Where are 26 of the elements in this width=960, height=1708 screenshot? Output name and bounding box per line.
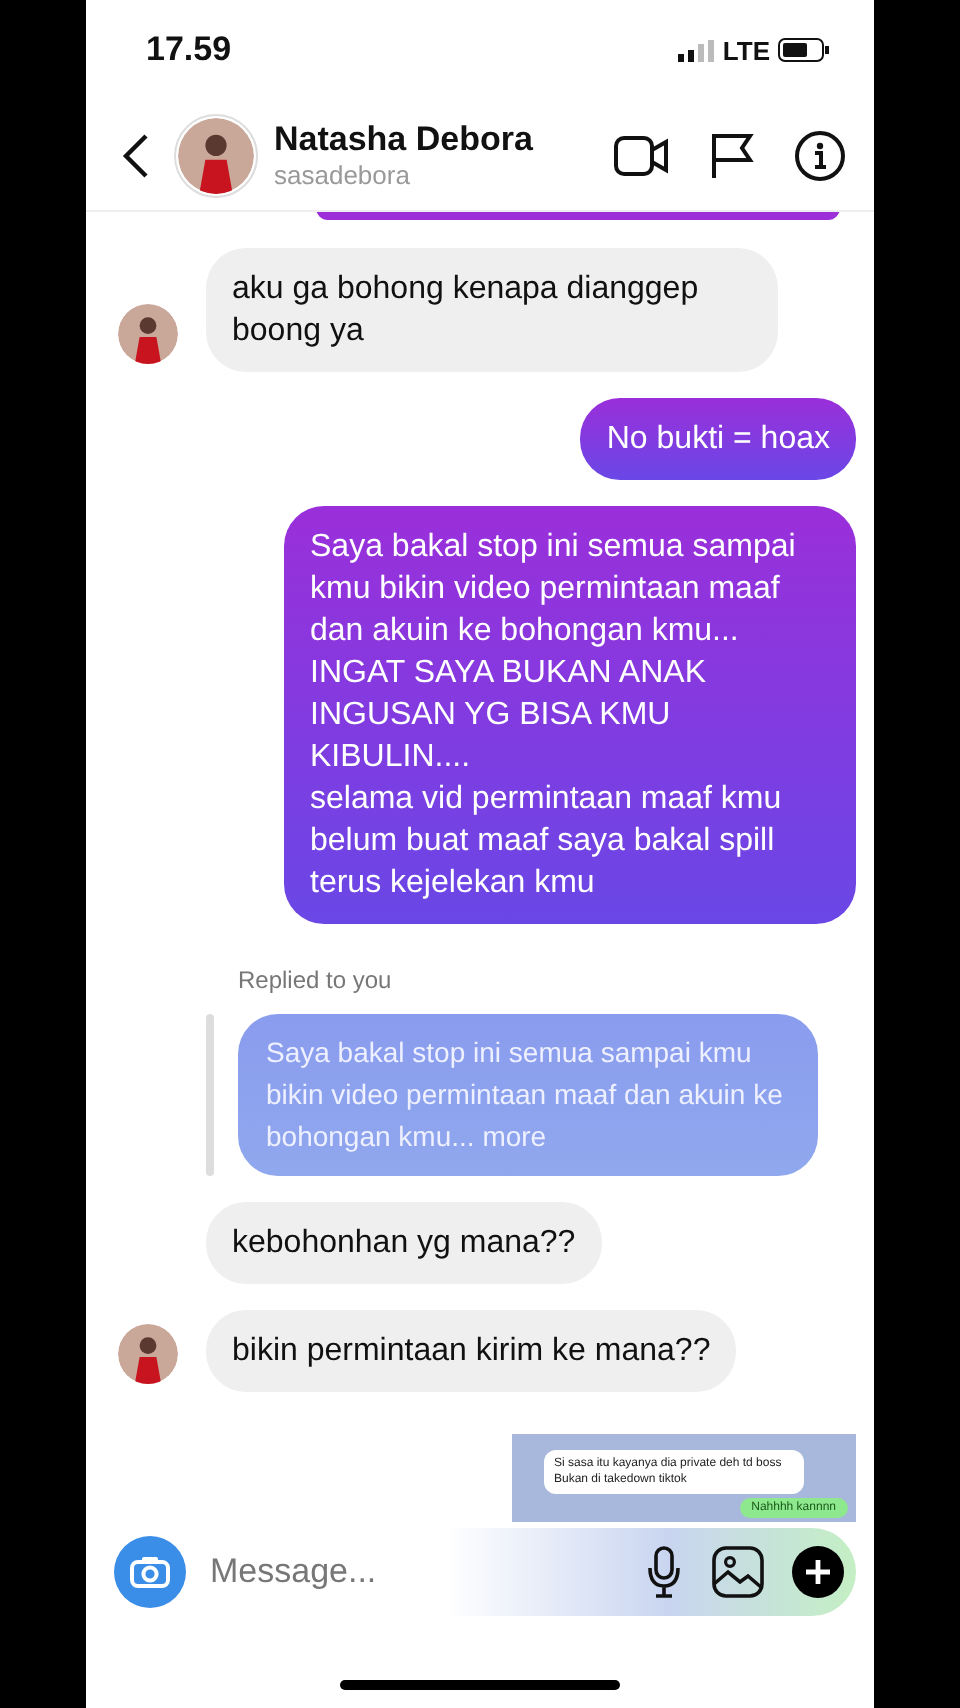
contact-name: Natasha Debora <box>274 120 535 160</box>
message-bubble: No bukti = hoax <box>580 398 856 480</box>
info-icon[interactable] <box>794 129 846 181</box>
message-bubble: aku ga bohong kenapa dianggep boong ya <box>206 248 778 372</box>
message-bubble: bikin permintaan kirim ke mana?? <box>206 1310 737 1392</box>
message-bubble: Saya bakal stop ini semua sampai kmu bikin video permintaan maaf dan akuin ke bohongan kmu... INGAT SAYA BUKAN ANAK INGUSAN YG BISA KMU KIBULIN.... selama vid permintaan maaf kmu belum buat maaf saya bakal spill terus kejelekan kmu <box>284 506 856 924</box>
quoted-message: Saya bakal stop ini semua sampai kmu bikin video permintaan maaf dan akuin ke bohongan kmu... more <box>238 1014 818 1176</box>
microphone-icon[interactable] <box>644 1546 684 1598</box>
image-icon[interactable] <box>712 1546 764 1598</box>
message-field[interactable]: Message... <box>206 1550 616 1594</box>
plus-icon[interactable] <box>792 1546 844 1598</box>
status-time: 17.59 <box>146 30 232 70</box>
signal-icon <box>678 39 715 61</box>
more-link[interactable]: more <box>482 1120 547 1152</box>
back-icon[interactable] <box>122 131 150 179</box>
camera-button[interactable] <box>114 1536 186 1608</box>
avatar <box>178 117 254 193</box>
flag-icon[interactable] <box>710 131 754 179</box>
message-composer[interactable]: Message... <box>110 1528 856 1616</box>
video-call-icon[interactable] <box>614 131 670 179</box>
reply-label: Replied to you <box>236 966 394 994</box>
contact-username: sasadebora <box>274 160 412 190</box>
network-label: LTE <box>722 35 770 65</box>
camera-icon <box>130 1556 170 1588</box>
battery-icon <box>778 38 830 62</box>
message-bubble: kebohonhan yg mana?? <box>206 1202 602 1284</box>
